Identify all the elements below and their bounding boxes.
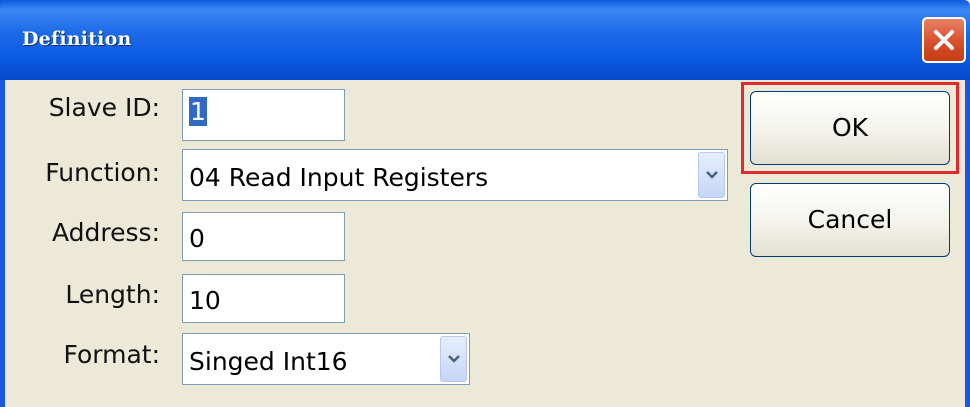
function-select[interactable]: 04 Read Input Registers: [182, 149, 728, 201]
format-select[interactable]: Singed Int16: [182, 333, 470, 385]
slave-id-value: 1: [189, 97, 207, 126]
window-title: Definition: [22, 28, 132, 50]
ok-button[interactable]: OK: [750, 91, 950, 165]
function-dropdown-button[interactable]: [698, 152, 725, 198]
chevron-down-icon: [448, 355, 460, 363]
definition-dialog: Definition Slave ID: 1 Function: 04 Read…: [0, 0, 970, 407]
address-label: Address:: [52, 218, 160, 247]
close-button[interactable]: [922, 17, 966, 63]
slave-id-input[interactable]: 1: [182, 89, 345, 141]
function-label: Function:: [45, 158, 160, 187]
cancel-button[interactable]: Cancel: [750, 183, 950, 257]
slave-id-label: Slave ID:: [48, 93, 160, 122]
chevron-down-icon: [706, 171, 718, 179]
title-bar[interactable]: Definition: [0, 0, 970, 80]
length-value: 10: [189, 286, 221, 315]
window-border: [965, 80, 970, 407]
length-input[interactable]: 10: [182, 274, 345, 323]
length-label: Length:: [65, 280, 160, 309]
address-input[interactable]: 0: [182, 212, 345, 261]
close-x-icon: [934, 30, 954, 50]
format-dropdown-button[interactable]: [440, 336, 467, 382]
function-selected-value: 04 Read Input Registers: [189, 163, 489, 192]
address-value: 0: [189, 224, 205, 253]
format-label: Format:: [63, 340, 160, 369]
format-selected-value: Singed Int16: [189, 347, 348, 376]
